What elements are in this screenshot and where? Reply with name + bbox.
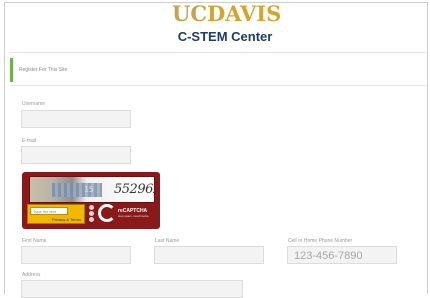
address-input[interactable] (21, 280, 243, 298)
captcha-controls (88, 204, 95, 224)
site-subtitle: C-STEM Center (177, 29, 273, 44)
logo-uc: UC (172, 1, 208, 26)
captcha-privacy-link[interactable]: Privacy & Terms (52, 217, 81, 222)
captcha-input-area: Type the text Privacy & Terms (27, 204, 85, 224)
captcha-challenge-text: 5529629 (114, 182, 154, 197)
username-input[interactable] (21, 110, 131, 128)
recaptcha-tagline: stop spam. read books. (118, 214, 150, 218)
username-label: Username (22, 101, 46, 107)
captcha-response-input[interactable]: Type the text (30, 207, 68, 215)
logo-davis: DAVIS (207, 1, 282, 26)
last-name-label: Last Name (155, 238, 180, 244)
email-input[interactable] (21, 146, 131, 164)
address-label: Address (22, 272, 41, 278)
captcha-small-text: 15 (84, 185, 94, 194)
phone-input[interactable]: 123-456-7890 (287, 246, 397, 264)
title-divider (10, 85, 426, 86)
captcha-widget: 15 5529629 Type the text Privacy & Terms… (22, 172, 160, 229)
help-icon[interactable] (89, 217, 94, 222)
recaptcha-logo: reCAPTCHA stop spam. read books. (98, 203, 154, 225)
audio-icon[interactable] (89, 211, 94, 216)
ucdavis-logo-text: UCDAVIS (172, 1, 281, 26)
last-name-input[interactable] (154, 246, 264, 264)
email-label: E-mail (22, 138, 37, 144)
captcha-challenge-image: 15 5529629 (29, 176, 155, 203)
header-divider (10, 52, 426, 53)
first-name-label: First Name (22, 238, 47, 244)
page-title: Register For This Site (10, 58, 426, 82)
refresh-icon[interactable] (89, 205, 94, 210)
first-name-input[interactable] (21, 246, 131, 264)
phone-placeholder: 123-456-7890 (294, 250, 363, 262)
captcha-noise (52, 183, 102, 197)
phone-label: Cell or Home Phone Number (288, 238, 353, 244)
recaptcha-c-icon (98, 204, 116, 222)
